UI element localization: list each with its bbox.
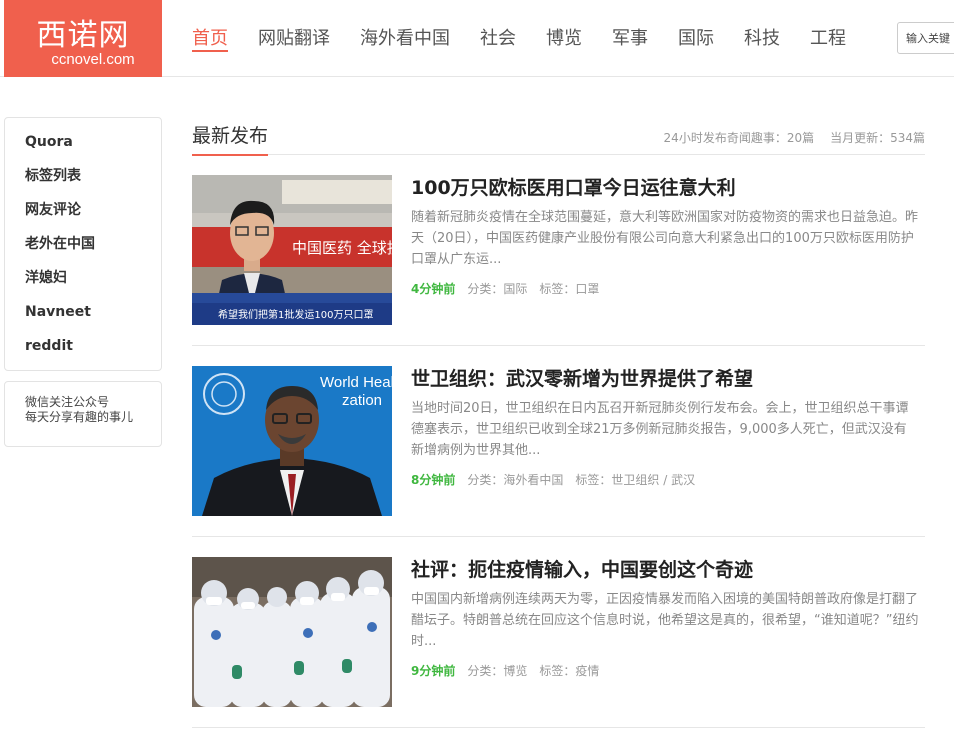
section-title: 最新发布 — [192, 124, 269, 156]
article-meta: 8分钟前 分类：海外看中国 标签：世卫组织 / 武汉 — [411, 471, 919, 488]
article-thumbnail[interactable]: 中国医药 全球抗疫物资 希望我们把第1批发运100万只口罩 — [192, 175, 392, 325]
article-tags[interactable]: 疫情 — [575, 664, 599, 678]
main-nav: 首页 网贴翻译 海外看中国 社会 博览 军事 国际 科技 工程 — [192, 0, 876, 77]
nav-item-military[interactable]: 军事 — [612, 0, 648, 77]
sidebar-item-foreign-wives[interactable]: 洋媳妇 — [5, 267, 161, 301]
sidebar-menu: Quora 标签列表 网友评论 老外在中国 洋媳妇 Navneet reddit — [4, 117, 162, 371]
sidebar-item-tag-list[interactable]: 标签列表 — [5, 165, 161, 199]
article-item: 社评：扼住疫情输入，中国要创这个奇迹 中国国内新增病例连续两天为零，正因疫情暴发… — [192, 537, 925, 728]
masked-man-photo: 中国医药 全球抗疫物资 希望我们把第1批发运100万只口罩 — [192, 175, 392, 325]
article-excerpt: 随着新冠肺炎疫情在全球范围蔓延，意大利等欧洲国家对防疫物资的需求也日益急迫。昨天… — [411, 210, 919, 267]
tag-label: 标签： — [539, 664, 576, 678]
tag-label: 标签： — [539, 282, 576, 296]
article-excerpt: 中国国内新增病例连续两天为零，正因疫情暴发而陷入困境的美国特朗普政府像是打翻了醋… — [411, 592, 919, 649]
sidebar-item-navneet[interactable]: Navneet — [5, 301, 161, 335]
article-excerpt: 当地时间20日，世卫组织在日内瓦召开新冠肺炎例行发布会。会上，世卫组织总干事谭德… — [411, 401, 909, 458]
sidebar-item-quora[interactable]: Quora — [5, 131, 161, 165]
who-speaker-photo: World Health zation — [192, 366, 392, 516]
nav-item-society[interactable]: 社会 — [480, 0, 516, 77]
nav-item-tech[interactable]: 科技 — [744, 0, 780, 77]
stat-month: 当月更新：534篇 — [830, 131, 925, 145]
article-tags[interactable]: 口罩 — [575, 282, 599, 296]
article-meta: 9分钟前 分类：博览 标签：疫情 — [411, 662, 919, 679]
category-label: 分类： — [467, 664, 504, 678]
sidebar-item-reddit[interactable]: reddit — [5, 335, 161, 369]
article-item: World Health zation 世卫组织：武汉零新增为世界提供了希望 当… — [192, 346, 925, 537]
nav-item-home[interactable]: 首页 — [192, 0, 228, 77]
medical-workers-photo — [192, 557, 392, 707]
article-title[interactable]: 100万只欧标医用口罩今日运往意大利 — [411, 175, 919, 201]
stat-24h: 24小时发布奇闻趣事：20篇 — [663, 131, 815, 145]
category-label: 分类： — [467, 282, 504, 296]
nav-item-expo[interactable]: 博览 — [546, 0, 582, 77]
nav-item-translation[interactable]: 网贴翻译 — [258, 0, 330, 77]
article-time: 8分钟前 — [411, 473, 456, 487]
article-time: 4分钟前 — [411, 282, 456, 296]
logo-text-cn: 西诺网 — [36, 18, 130, 53]
article-thumbnail[interactable]: World Health zation — [192, 366, 392, 516]
wechat-follow-box: 微信关注公众号 每天分享有趣的事儿 — [4, 381, 162, 447]
sidebar-item-foreigners-in-china[interactable]: 老外在中国 — [5, 233, 161, 267]
article-category[interactable]: 国际 — [503, 282, 527, 296]
article-time: 9分钟前 — [411, 664, 456, 678]
article-item: 中国医药 全球抗疫物资 希望我们把第1批发运100万只口罩 100万只欧标医用口… — [192, 155, 925, 346]
svg-text:World Health: World Health — [320, 374, 392, 391]
article-category[interactable]: 博览 — [503, 664, 527, 678]
article-thumbnail[interactable] — [192, 557, 392, 707]
section-stats: 24小时发布奇闻趣事：20篇 当月更新：534篇 — [664, 129, 925, 146]
section-header: 最新发布 24小时发布奇闻趣事：20篇 当月更新：534篇 — [192, 117, 925, 156]
article-meta: 4分钟前 分类：国际 标签：口罩 — [411, 280, 919, 297]
tag-label: 标签： — [575, 473, 612, 487]
svg-text:zation: zation — [342, 392, 382, 409]
wechat-follow-line1: 微信关注公众号 — [25, 395, 110, 409]
svg-text:希望我们把第1批发运100万只口罩: 希望我们把第1批发运100万只口罩 — [218, 308, 373, 321]
article-title[interactable]: 社评：扼住疫情输入，中国要创这个奇迹 — [411, 557, 919, 583]
svg-text:中国医药 全球抗疫物资: 中国医药 全球抗疫物资 — [292, 239, 392, 257]
site-logo[interactable]: 西诺网 ccnovel.com — [4, 0, 162, 77]
nav-item-international[interactable]: 国际 — [678, 0, 714, 77]
wechat-follow-line2: 每天分享有趣的事儿 — [25, 410, 134, 424]
main-content: 最新发布 24小时发布奇闻趣事：20篇 当月更新：534篇 中国医药 全球抗疫物资 — [192, 117, 925, 728]
search-input[interactable] — [897, 22, 954, 54]
nav-item-engineering[interactable]: 工程 — [810, 0, 846, 77]
sidebar-item-comments[interactable]: 网友评论 — [5, 199, 161, 233]
site-header: 西诺网 ccnovel.com 首页 网贴翻译 海外看中国 社会 博览 军事 国… — [0, 0, 954, 77]
article-tags[interactable]: 世卫组织 / 武汉 — [611, 473, 695, 487]
article-title[interactable]: 世卫组织：武汉零新增为世界提供了希望 — [411, 366, 919, 392]
nav-item-overseas-view[interactable]: 海外看中国 — [360, 0, 450, 77]
category-label: 分类： — [467, 473, 504, 487]
logo-text-en: ccnovel.com — [51, 51, 135, 68]
article-category[interactable]: 海外看中国 — [503, 473, 563, 487]
